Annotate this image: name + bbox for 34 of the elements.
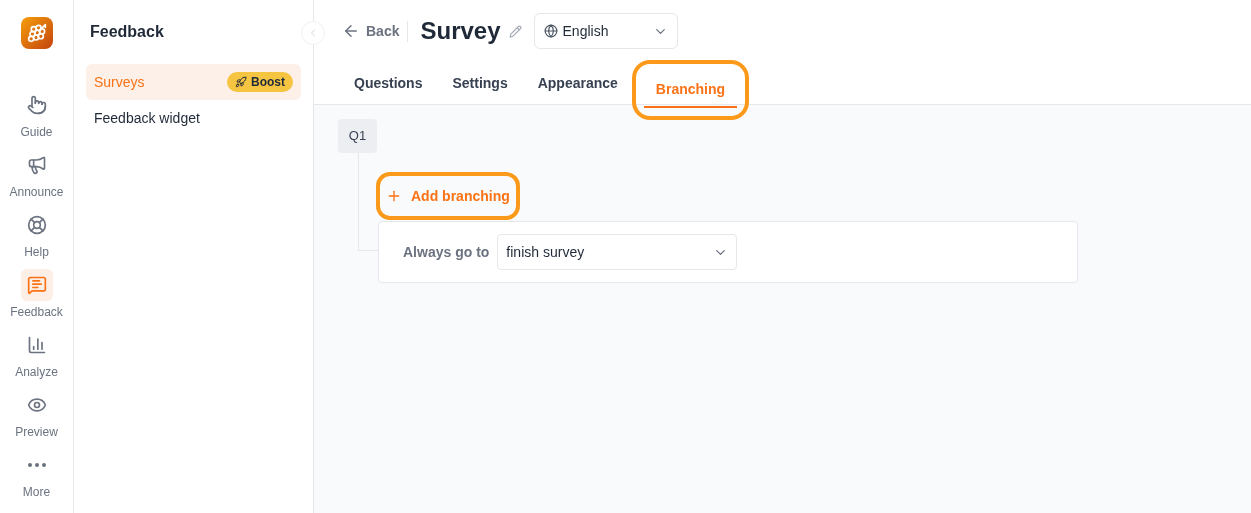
edit-icon[interactable] <box>508 24 522 38</box>
sidebar-item[interactable]: Feedback widget <box>86 100 301 136</box>
rule-label: Always go to <box>403 242 490 262</box>
destination-select[interactable]: finish survey <box>497 234 738 270</box>
nav-item[interactable]: Feedback <box>0 269 74 329</box>
bar-chart-icon <box>26 335 47 355</box>
more-icon <box>27 463 46 467</box>
rocket-icon <box>235 76 247 88</box>
tab[interactable]: Settings <box>440 66 520 102</box>
message-icon <box>26 275 47 295</box>
survey-title: Survey <box>420 16 501 46</box>
back-button[interactable]: Back <box>342 20 409 42</box>
add-branching-button[interactable]: Add branching <box>376 172 520 220</box>
tab[interactable]: Questions <box>342 66 435 102</box>
question-chip[interactable]: Q1 <box>338 119 377 153</box>
pointer-icon <box>26 95 47 115</box>
nav-item[interactable]: Analyze <box>0 329 74 389</box>
nav-item[interactable]: Help <box>0 209 74 269</box>
nav-item[interactable]: Guide <box>0 89 74 149</box>
app-logo[interactable] <box>20 17 53 49</box>
nav-item[interactable]: Announce <box>0 149 74 209</box>
lifebuoy-icon <box>26 215 47 235</box>
plus-icon <box>386 188 402 204</box>
globe-icon <box>543 24 558 38</box>
sidebar-item[interactable]: Surveys Boost <box>86 64 301 100</box>
sidebar-title: Feedback <box>89 22 165 42</box>
language-select[interactable]: English <box>533 13 678 49</box>
megaphone-icon <box>26 155 47 175</box>
tab[interactable]: Branching <box>643 72 738 108</box>
boost-badge[interactable]: Boost <box>227 72 293 92</box>
tab[interactable]: Appearance <box>525 66 630 102</box>
nav-item[interactable]: Preview <box>0 389 74 449</box>
eye-icon <box>26 395 47 415</box>
nav-item[interactable]: More <box>0 449 74 509</box>
